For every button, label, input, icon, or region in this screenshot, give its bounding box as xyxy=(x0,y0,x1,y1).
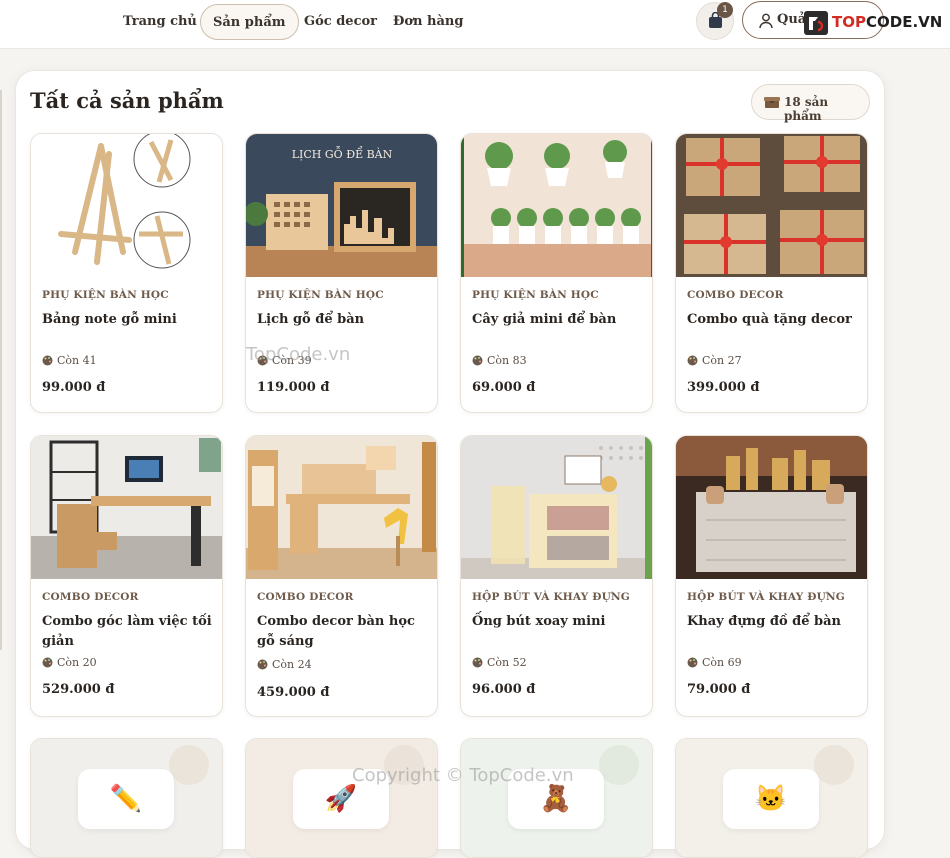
watermark-mid: TopCode.vn xyxy=(246,344,351,365)
product-stock: Còn 27 xyxy=(687,354,742,367)
product-card[interactable]: COMBO DECOR Combo góc làm việc tối giản … xyxy=(30,435,223,717)
product-count-badge: 18 sản phẩm xyxy=(751,84,870,123)
product-image-workspace xyxy=(31,436,222,579)
page-title: Tất cả sản phẩm xyxy=(30,88,224,113)
product-name[interactable]: Ống bút xoay mini xyxy=(472,612,644,632)
calendar-image-title: LỊCH GỖ ĐỂ BÀN xyxy=(292,146,393,161)
product-category: COMBO DECOR xyxy=(257,591,354,603)
decor-circle xyxy=(169,745,209,785)
product-placeholder-image: 🐱 xyxy=(676,739,867,857)
cart-count-badge: 1 xyxy=(717,2,733,18)
palette-icon xyxy=(687,355,698,366)
product-card[interactable]: COMBO DECOR Combo decor bàn học gỗ sáng … xyxy=(245,435,438,717)
product-stock: Còn 83 xyxy=(472,354,527,367)
product-price: 96.000 đ xyxy=(472,682,536,697)
palette-icon xyxy=(42,657,53,668)
product-card[interactable]: COMBO DECOR Combo quà tặng decor Còn 27 … xyxy=(675,133,868,413)
product-card[interactable]: 🧸 xyxy=(460,738,653,858)
product-image-study-desk xyxy=(246,436,437,579)
pencil-icon: ✏️ xyxy=(78,769,174,829)
product-category: HỘP BÚT VÀ KHAY ĐỰNG xyxy=(687,591,845,603)
product-category: COMBO DECOR xyxy=(687,289,784,301)
product-price: 99.000 đ xyxy=(42,380,106,395)
product-stock: Còn 20 xyxy=(42,656,97,669)
product-name[interactable]: Lịch gỗ để bàn xyxy=(257,310,429,330)
box-icon xyxy=(764,97,780,108)
product-card[interactable]: PHỤ KIỆN BÀN HỌC Cây giả mini để bàn Còn… xyxy=(460,133,653,413)
palette-icon xyxy=(42,355,53,366)
watermark-bottom: Copyright © TopCode.vn xyxy=(352,765,574,786)
product-name[interactable]: Khay đựng đồ để bàn xyxy=(687,612,859,632)
left-edge-divider xyxy=(0,90,2,650)
product-category: PHỤ KIỆN BÀN HỌC xyxy=(472,289,599,301)
user-icon xyxy=(759,13,773,29)
top-navbar: Trang chủ Sản phẩm Góc decor Đơn hàng 1 … xyxy=(0,0,950,49)
product-placeholder-image: 🚀 xyxy=(246,739,437,857)
product-price: 79.000 đ xyxy=(687,682,751,697)
palette-icon xyxy=(687,657,698,668)
product-card[interactable]: HỘP BÚT VÀ KHAY ĐỰNG Khay đựng đồ để bàn… xyxy=(675,435,868,717)
product-stock: Còn 41 xyxy=(42,354,97,367)
palette-icon xyxy=(257,659,268,670)
product-price: 399.000 đ xyxy=(687,380,760,395)
logo-mark-icon xyxy=(804,11,828,35)
decor-circle xyxy=(814,745,854,785)
product-stock: Còn 69 xyxy=(687,656,742,669)
product-name[interactable]: Cây giả mini để bàn xyxy=(472,310,644,330)
product-image-easel xyxy=(31,134,222,277)
product-stock: Còn 24 xyxy=(257,658,312,671)
product-category: HỘP BÚT VÀ KHAY ĐỰNG xyxy=(472,591,630,603)
product-card[interactable]: HỘP BÚT VÀ KHAY ĐỰNG Ống bút xoay mini C… xyxy=(460,435,653,717)
product-image-mini-plants xyxy=(461,134,652,277)
product-image-pen-holder xyxy=(461,436,652,579)
product-placeholder-image: 🧸 xyxy=(461,739,652,857)
palette-icon xyxy=(472,657,483,668)
palette-icon xyxy=(472,355,483,366)
product-stock: Còn 52 xyxy=(472,656,527,669)
product-price: 529.000 đ xyxy=(42,682,115,697)
nav-orders[interactable]: Đơn hàng xyxy=(381,4,475,40)
product-price: 459.000 đ xyxy=(257,685,330,700)
account-label: Quả xyxy=(777,12,807,27)
product-card[interactable]: 🚀 xyxy=(245,738,438,858)
product-price: 69.000 đ xyxy=(472,380,536,395)
nav-decor-corner[interactable]: Góc decor xyxy=(292,4,389,40)
logo-text: TOPCODE.VN xyxy=(832,13,943,31)
product-name[interactable]: Combo góc làm việc tối giản xyxy=(42,612,214,652)
product-category: COMBO DECOR xyxy=(42,591,139,603)
product-card[interactable]: 🐱 xyxy=(675,738,868,858)
product-card[interactable]: PHỤ KIỆN BÀN HỌC Bảng note gỗ mini Còn 4… xyxy=(30,133,223,413)
product-name[interactable]: Combo quà tặng decor xyxy=(687,310,859,330)
product-name[interactable]: Combo decor bàn học gỗ sáng xyxy=(257,612,429,652)
nav-products[interactable]: Sản phẩm xyxy=(200,4,299,40)
product-category: PHỤ KIỆN BÀN HỌC xyxy=(42,289,169,301)
product-card[interactable]: ✏️ xyxy=(30,738,223,858)
product-category: PHỤ KIỆN BÀN HỌC xyxy=(257,289,384,301)
product-image-wood-calendar: LỊCH GỖ ĐỂ BÀN xyxy=(246,134,437,277)
product-placeholder-image: ✏️ xyxy=(31,739,222,857)
cat-face-icon: 🐱 xyxy=(723,769,819,829)
product-image-gift-combo xyxy=(676,134,867,277)
product-name[interactable]: Bảng note gỗ mini xyxy=(42,310,214,330)
nav-home[interactable]: Trang chủ xyxy=(111,4,209,40)
product-image-organizer-tray xyxy=(676,436,867,579)
decor-circle xyxy=(599,745,639,785)
product-price: 119.000 đ xyxy=(257,380,330,395)
product-card[interactable]: LỊCH GỖ ĐỂ BÀN PHỤ KIỆN BÀN HỌC Lịch gỗ … xyxy=(245,133,438,413)
